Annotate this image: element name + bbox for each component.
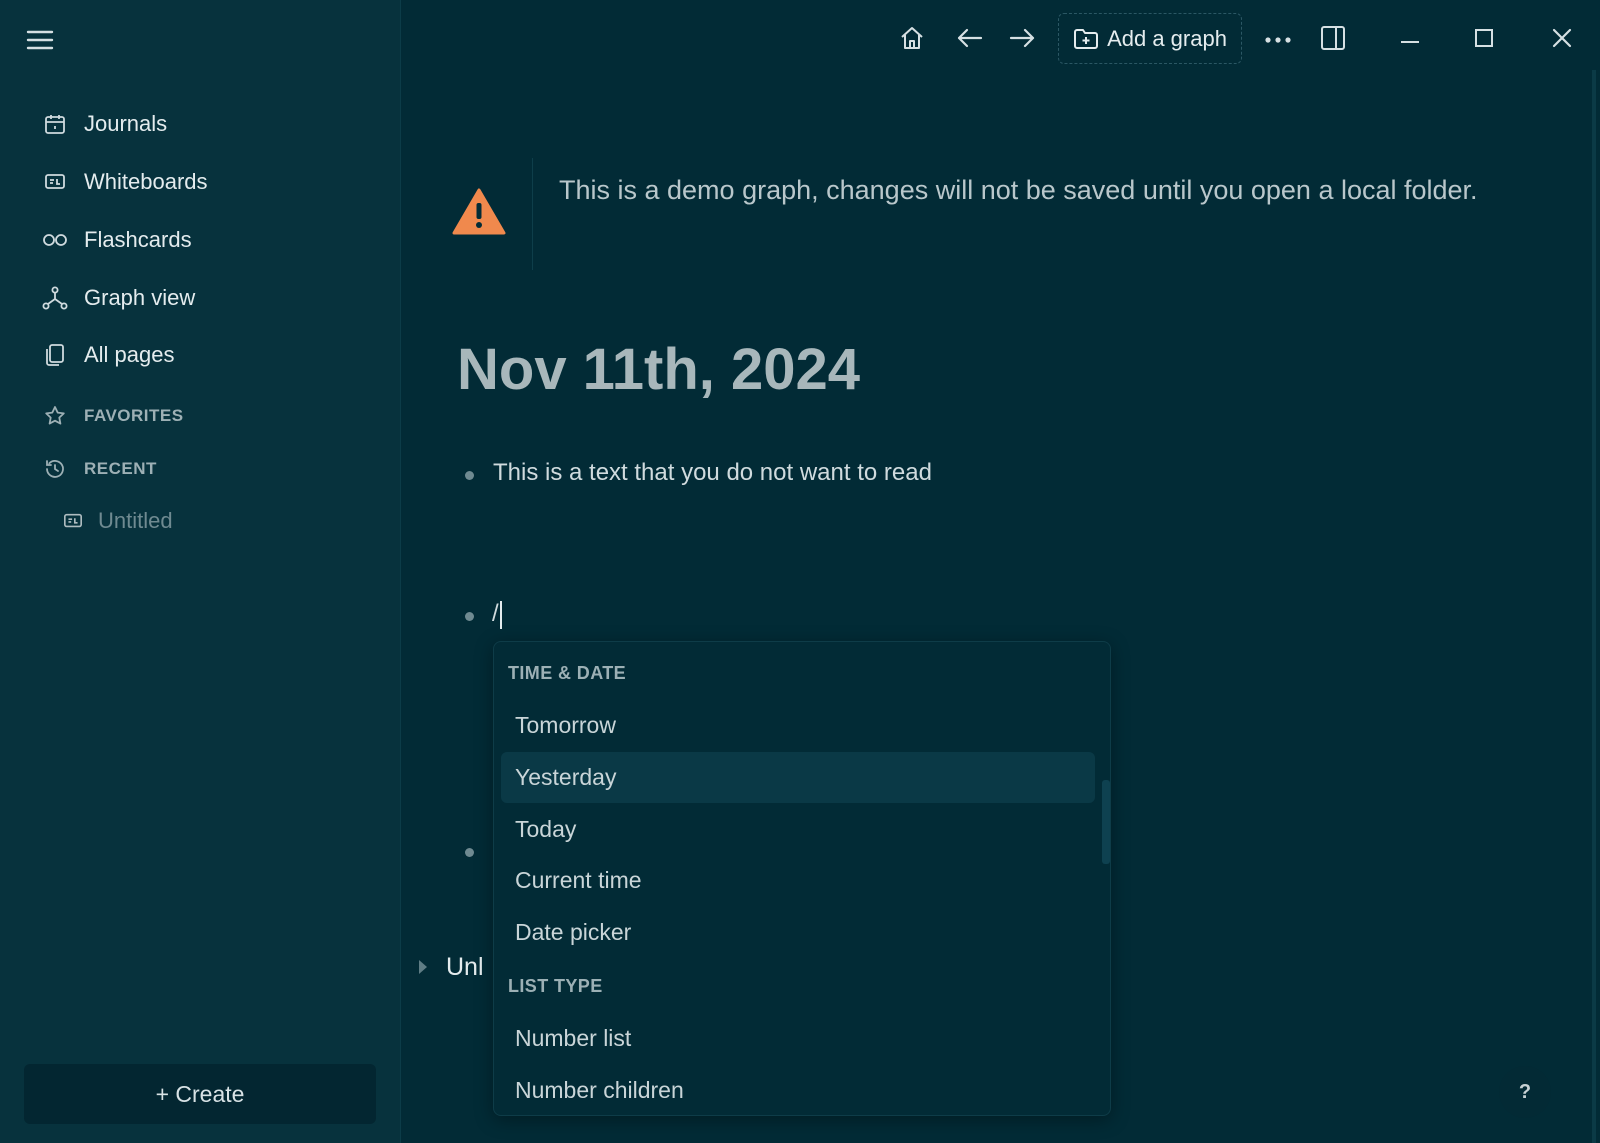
sidebar-item-all-pages[interactable]: All pages (40, 337, 175, 373)
demo-graph-warning: This is a demo graph, changes will not b… (452, 158, 1562, 270)
menu-section-list-type: LIST TYPE (508, 976, 603, 996)
menu-item-current-time[interactable]: Current time (501, 855, 1095, 906)
graph-icon (40, 283, 70, 313)
sidebar-item-label: Whiteboards (84, 169, 208, 194)
recent-item-label: Untitled (98, 508, 173, 533)
unlinked-references-label: Unl (446, 953, 484, 981)
unlinked-references-toggle[interactable]: Unl (418, 953, 484, 982)
history-icon (40, 454, 70, 484)
arrow-left-icon (956, 26, 984, 55)
menu-item-date-picker[interactable]: Date picker (501, 907, 1095, 958)
arrow-right-icon (1008, 26, 1036, 55)
block-text[interactable]: This is a text that you do not want to r… (493, 459, 932, 487)
sidebar-item-whiteboards[interactable]: Whiteboards (40, 164, 208, 200)
sidebar-item-label: All pages (84, 342, 175, 367)
calendar-icon (40, 109, 70, 139)
menu-item-tomorrow[interactable]: Tomorrow (501, 700, 1095, 751)
text-caret (499, 600, 502, 629)
caret-right-icon (418, 953, 428, 982)
star-icon (40, 401, 70, 431)
menu-item-number-list[interactable]: Number list (501, 1013, 1095, 1064)
pages-icon (40, 340, 70, 370)
help-label: ? (1518, 1080, 1532, 1103)
sidebar-item-flashcards[interactable]: Flashcards (40, 222, 192, 258)
editing-block-text: / (492, 600, 499, 627)
menu-item-yesterday[interactable]: Yesterday (501, 752, 1095, 803)
maximize-button[interactable] (1468, 22, 1500, 58)
sidebar-right-icon (1320, 25, 1346, 56)
forward-button[interactable] (1004, 22, 1040, 58)
sidebar-item-label: Journals (84, 111, 168, 136)
favorites-label: FAVORITES (84, 406, 184, 425)
create-button-label: + Create (155, 1080, 245, 1107)
sidebar-item-label: Graph view (84, 285, 196, 310)
sidebar-item-graph-view[interactable]: Graph view (40, 280, 195, 316)
menu-item-today[interactable]: Today (501, 804, 1095, 855)
help-button[interactable]: ? (1499, 1066, 1551, 1118)
minimize-button[interactable] (1394, 22, 1426, 58)
minimize-icon (1399, 31, 1421, 49)
menu-section-time-date: TIME & DATE (508, 663, 627, 683)
whiteboard-icon (40, 167, 70, 197)
page-title[interactable]: Nov 11th, 2024 (457, 336, 860, 403)
recent-section-header[interactable]: RECENT (40, 454, 157, 484)
sidebar-item-label: Flashcards (84, 227, 192, 252)
editing-block[interactable]: / (492, 600, 502, 629)
more-options-button[interactable] (1262, 22, 1294, 58)
sidebar-item-journals[interactable]: Journals (40, 106, 167, 142)
toggle-right-sidebar-button[interactable] (1316, 22, 1350, 58)
maximize-icon (1473, 27, 1495, 54)
block-bullet[interactable] (465, 848, 474, 857)
page-scrollbar[interactable] (1592, 70, 1596, 1143)
whiteboard-icon (62, 509, 86, 533)
infinity-icon (40, 225, 70, 255)
block-bullet[interactable] (465, 612, 474, 621)
menu-item-number-children[interactable]: Number children (501, 1065, 1095, 1115)
close-button[interactable] (1546, 22, 1578, 58)
warning-divider (532, 158, 533, 270)
back-button[interactable] (952, 22, 988, 58)
home-icon (897, 23, 927, 58)
add-graph-button[interactable]: Add a graph (1058, 13, 1242, 64)
home-button[interactable] (894, 22, 930, 58)
add-graph-label: Add a graph (1107, 25, 1227, 51)
warning-icon (452, 188, 506, 241)
folder-plus-icon (1074, 28, 1099, 49)
create-button[interactable]: + Create (24, 1064, 376, 1124)
slash-command-menu: TIME & DATE Tomorrow Yesterday Today Cur… (493, 641, 1111, 1116)
menu-icon[interactable] (26, 28, 54, 52)
favorites-section-header[interactable]: FAVORITES (40, 401, 184, 431)
menu-scrollbar[interactable] (1102, 780, 1110, 864)
recent-item-untitled[interactable]: Untitled (62, 506, 173, 536)
close-icon (1551, 27, 1573, 54)
left-sidebar: Journals Whiteboards Flashcards Graph vi… (0, 0, 401, 1143)
more-horizontal-icon (1264, 31, 1292, 49)
warning-text: This is a demo graph, changes will not b… (559, 175, 1478, 205)
recent-label: RECENT (84, 459, 157, 478)
block-bullet[interactable] (465, 471, 474, 480)
